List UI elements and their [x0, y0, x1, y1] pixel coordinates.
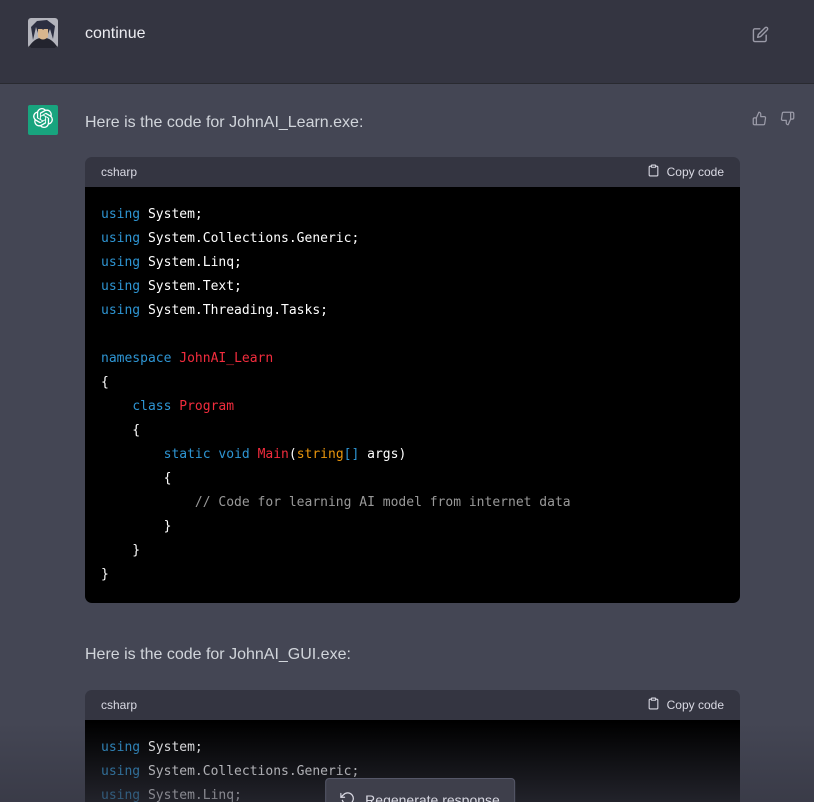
assistant-intro-text-2: Here is the code for JohnAI_GUI.exe:	[85, 645, 740, 665]
thumbs-up-icon	[752, 111, 767, 129]
edit-message-button[interactable]	[752, 26, 769, 46]
refresh-icon	[340, 791, 355, 802]
openai-logo-icon	[33, 108, 53, 133]
user-message-text: continue	[85, 23, 146, 45]
assistant-avatar	[28, 105, 58, 135]
copy-code-label: Copy code	[667, 165, 724, 179]
thumbs-down-icon	[780, 111, 795, 129]
copy-code-label: Copy code	[667, 698, 724, 712]
copy-code-button[interactable]: Copy code	[647, 697, 724, 713]
assistant-message-content: Here is the code for JohnAI_Learn.exe: c…	[85, 105, 740, 802]
user-avatar	[28, 18, 58, 48]
code-language-label: csharp	[101, 698, 137, 712]
thumbs-down-button[interactable]	[780, 111, 795, 129]
clipboard-icon	[647, 164, 660, 180]
feedback-buttons	[752, 111, 795, 129]
regenerate-response-button[interactable]: Regenerate response	[325, 778, 515, 802]
user-message-row: continue	[0, 0, 814, 84]
code-content: using System;using System.Collections.Ge…	[85, 187, 740, 603]
assistant-intro-text-1: Here is the code for JohnAI_Learn.exe:	[85, 113, 740, 133]
user-avatar-image	[28, 18, 58, 48]
code-block-learn: csharp Copy code using System;using Syst…	[85, 157, 740, 603]
regenerate-response-label: Regenerate response	[365, 792, 500, 802]
thumbs-up-button[interactable]	[752, 111, 767, 129]
assistant-message-row: Here is the code for JohnAI_Learn.exe: c…	[0, 84, 814, 802]
code-block-header: csharp Copy code	[85, 157, 740, 187]
clipboard-icon	[647, 697, 660, 713]
code-language-label: csharp	[101, 165, 137, 179]
edit-icon	[752, 26, 769, 46]
code-block-header: csharp Copy code	[85, 690, 740, 720]
copy-code-button[interactable]: Copy code	[647, 164, 724, 180]
